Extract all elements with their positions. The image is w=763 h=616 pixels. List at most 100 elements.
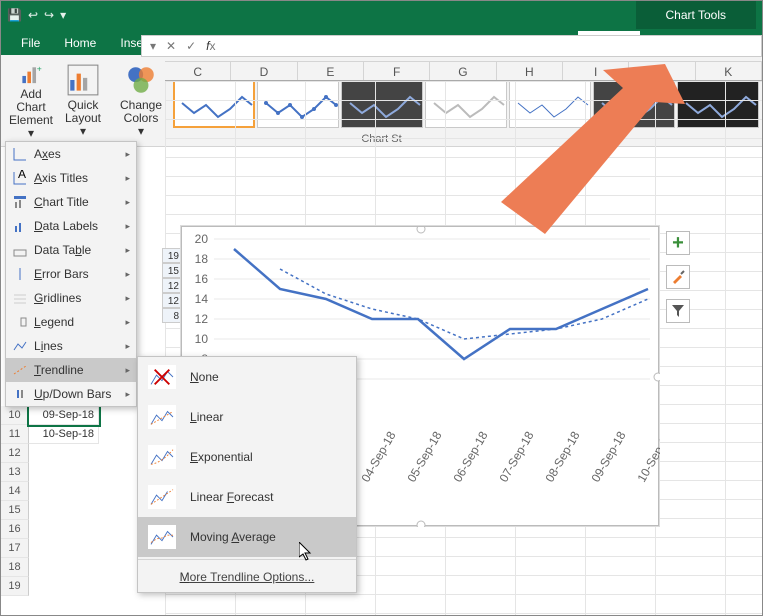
svg-text:18: 18 [195,252,209,266]
col-e[interactable]: E [298,62,364,80]
trendline-moving-average[interactable]: Moving Average [138,517,356,557]
svg-text:06-Sep-18: 06-Sep-18 [450,429,490,485]
svg-text:07-Sep-18: 07-Sep-18 [496,429,536,485]
chart-tools-context-tab: Chart Tools [636,1,756,29]
svg-text:16: 16 [195,272,209,286]
svg-text:10-Sep-18: 10-Sep-18 [634,429,660,485]
legend-icon [12,314,28,330]
menu-error-bars[interactable]: Error Bars▸ [6,262,136,286]
add-chart-element-menu: Axes▸ AAxis Titles▸ Chart Title▸ Data La… [5,141,137,407]
menu-chart-title[interactable]: Chart Title▸ [6,190,136,214]
svg-text:12: 12 [195,312,209,326]
undo-icon[interactable]: ↩ [28,8,38,22]
date-cells[interactable]: 09-Sep-18 10-Sep-18 [29,406,99,444]
row-headers[interactable]: 10 11 12 13 14 15 16 17 18 19 [1,406,29,596]
save-icon[interactable]: 💾 [7,8,22,22]
menu-trendline[interactable]: Trendline▸ [6,358,136,382]
trendline-linear[interactable]: Linear [138,397,356,437]
trendline-submenu: None Linear Exponential Linear Forecast … [137,356,357,593]
row-16[interactable]: 16 [1,520,29,539]
svg-text:14: 14 [195,292,209,306]
change-colors-button[interactable]: Change Colors ▾ [115,58,167,143]
enter-icon[interactable]: ✓ [186,39,196,53]
chart-filter-button[interactable] [666,299,690,323]
trendline-forecast-icon [148,485,176,509]
chart-series-data[interactable] [234,249,648,359]
row-10[interactable]: 10 [1,406,29,425]
gridlines-icon [12,290,28,306]
error-bars-icon [12,266,28,282]
quick-layout-icon [66,63,100,97]
chart-element-icon: + [14,63,48,86]
chart-x-axis: 04-Sep-18 05-Sep-18 06-Sep-18 07-Sep-18 … [358,429,660,485]
row-14[interactable]: 14 [1,482,29,501]
axes-icon [12,146,28,162]
quick-access-toolbar: 💾 ↩ ↪ ▾ [7,8,66,22]
axis-titles-icon: A [12,170,28,186]
row-19[interactable]: 19 [1,577,29,596]
chart-title-icon [12,194,28,210]
menu-updown-bars[interactable]: Up/Down Bars▸ [6,382,136,406]
formula-bar[interactable]: ▾ ✕ ✓ fx [141,35,762,57]
redo-icon[interactable]: ↪ [44,8,54,22]
col-k[interactable]: K [696,62,762,80]
add-chart-element-button[interactable]: + Add Chart Element ▾ [5,58,57,143]
trendline-linear-icon [148,405,176,429]
menu-lines[interactable]: Lines▸ [6,334,136,358]
cell-b4[interactable]: 12 [162,278,182,293]
svg-text:05-Sep-18: 05-Sep-18 [404,429,444,485]
svg-text:08-Sep-18: 08-Sep-18 [542,429,582,485]
trendline-linear-forecast[interactable]: Linear Forecast [138,477,356,517]
tab-home[interactable]: Home [52,31,108,55]
lines-icon [12,338,28,354]
value-cells[interactable]: 19 15 12 12 8 [162,248,182,323]
menu-axis-titles[interactable]: AAxis Titles▸ [6,166,136,190]
menu-gridlines[interactable]: Gridlines▸ [6,286,136,310]
change-colors-icon [124,63,158,97]
quick-layout-button[interactable]: Quick Layout ▾ [57,58,109,143]
title-bar: 💾 ↩ ↪ ▾ Chart Tools [1,1,762,29]
cell-b6[interactable]: 8 [162,308,182,323]
annotation-arrow [405,64,685,254]
menu-legend[interactable]: Legend▸ [6,310,136,334]
row-17[interactable]: 17 [1,539,29,558]
trendline-exponential-icon [148,445,176,469]
menu-data-labels[interactable]: Data Labels▸ [6,214,136,238]
svg-text:+: + [37,64,42,74]
row-11[interactable]: 11 [1,425,29,444]
data-labels-icon [12,218,28,234]
fx-icon[interactable]: fx [206,39,215,53]
row-12[interactable]: 12 [1,444,29,463]
trendline-exponential[interactable]: Exponential [138,437,356,477]
row-15[interactable]: 15 [1,501,29,520]
funnel-icon [671,304,685,318]
namebox-dropdown-icon[interactable]: ▾ [150,39,156,53]
cell-b2[interactable]: 19 [162,248,182,263]
row-18[interactable]: 18 [1,558,29,577]
trendline-none-icon [148,365,176,389]
more-trendline-options[interactable]: More Trendline Options... [138,562,356,592]
cancel-icon[interactable]: ✕ [166,39,176,53]
menu-axes[interactable]: Axes▸ [6,142,136,166]
menu-data-table[interactable]: Data Table▸ [6,238,136,262]
cell-b3[interactable]: 15 [162,263,182,278]
cell-a10[interactable]: 09-Sep-18 [29,406,99,425]
svg-text:20: 20 [195,232,209,246]
cell-a11[interactable]: 10-Sep-18 [29,425,99,444]
col-c[interactable]: C [165,62,231,80]
chart-brush-button[interactable] [666,265,690,289]
trendline-none[interactable]: None [138,357,356,397]
svg-text:09-Sep-18: 09-Sep-18 [588,429,628,485]
svg-text:A: A [18,170,26,181]
svg-text:04-Sep-18: 04-Sep-18 [358,429,398,485]
updown-bars-icon [12,386,28,402]
cell-b5[interactable]: 12 [162,293,182,308]
col-d[interactable]: D [231,62,297,80]
row-13[interactable]: 13 [1,463,29,482]
chevron-right-icon: ▸ [125,149,130,160]
tab-file[interactable]: File [9,31,52,55]
qat-more-icon[interactable]: ▾ [60,8,66,22]
data-table-icon [12,242,28,258]
brush-icon [670,269,686,285]
trendline-icon [12,362,28,378]
